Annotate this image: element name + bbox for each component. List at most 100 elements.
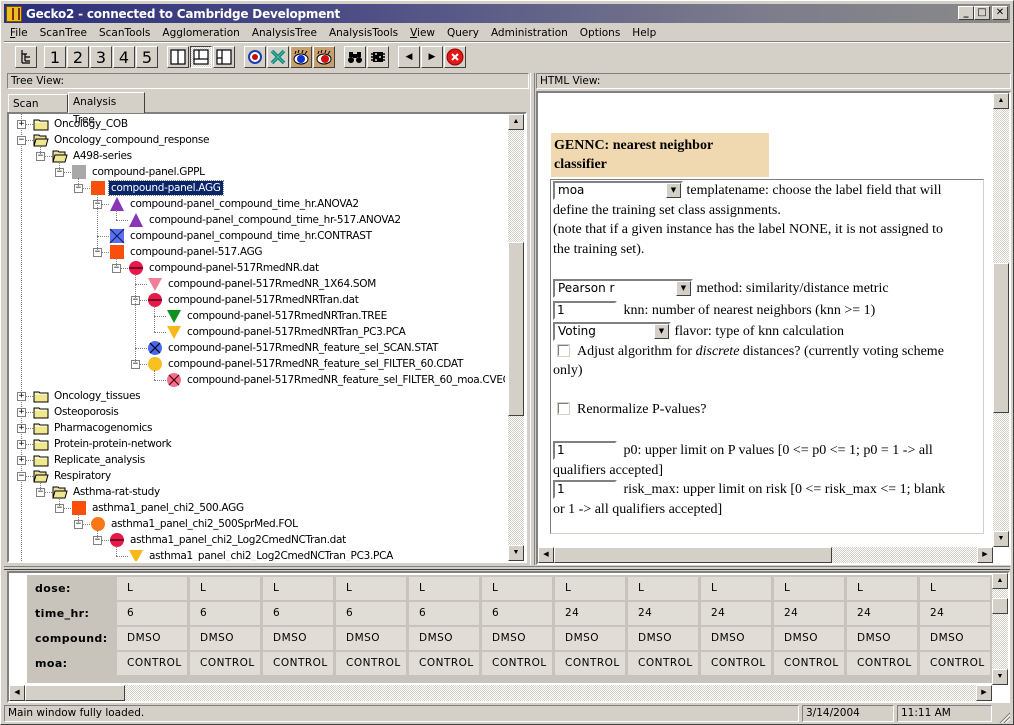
grid-cell[interactable]: CONTROL [190, 652, 260, 675]
menu-agglomeration[interactable]: Agglomeration [156, 24, 245, 42]
tree-node[interactable]: compound-panel-517RmedNR_feature_sel_FIL… [147, 356, 465, 372]
tree-node[interactable]: asthma1_panel_chi2_500.AGG [71, 500, 246, 516]
vertical-splitter[interactable] [530, 73, 535, 565]
grid-cell[interactable]: CONTROL [117, 652, 187, 675]
layout-button-3[interactable]: 3 [90, 46, 112, 68]
tree-node[interactable]: compound-panel_compound_time_hr.ANOVA2 [109, 196, 361, 212]
red-eye-button[interactable] [313, 46, 335, 68]
menu-scantools[interactable]: ScanTools [93, 24, 156, 42]
tree-vertical-scrollbar[interactable]: ▲ ▼ [508, 114, 524, 561]
expand-icon[interactable]: + [17, 440, 26, 449]
tree-node[interactable]: Replicate_analysis [33, 452, 147, 468]
tree-node[interactable]: asthma1_panel_chi2_Log2CmedNCTran_PC3.PC… [128, 548, 395, 561]
expand-icon[interactable]: + [17, 408, 26, 417]
grid-cell[interactable]: 24 [628, 602, 698, 625]
html-scroll-down-button[interactable]: ▼ [993, 531, 1009, 547]
grid-cell[interactable]: DMSO [847, 627, 917, 650]
grid-cell[interactable]: 24 [847, 602, 917, 625]
grid-cell[interactable]: CONTROL [701, 652, 771, 675]
grid-scroll-left-button[interactable]: ◀ [9, 685, 25, 701]
tree-node[interactable]: compound-panel_compound_time_hr.CONTRAST [109, 228, 374, 244]
grid-cell[interactable]: CONTROL [336, 652, 406, 675]
grid-horizontal-scrollbar[interactable]: ◀ ▶ [9, 685, 992, 701]
grid-cell[interactable]: 6 [336, 602, 406, 625]
grid-cell[interactable]: CONTROL [555, 652, 625, 675]
split-left-button[interactable] [213, 46, 235, 68]
tree-view-button[interactable] [15, 46, 37, 68]
tree-node[interactable]: compound-panel-517RmedNRTran.TREE [166, 308, 389, 324]
tree-node[interactable]: compound-panel-517RmedNR_feature_sel_FIL… [166, 372, 505, 388]
tree-node[interactable]: asthma1_panel_chi2_500SprMed.FOL [90, 516, 300, 532]
collapse-icon[interactable]: − [17, 136, 26, 145]
grid-cell[interactable]: L [409, 577, 479, 600]
tree-node[interactable]: compound-panel-517RmedNR_1X64.SOM [147, 276, 378, 292]
grid-cell[interactable]: DMSO [190, 627, 260, 650]
grid-cell[interactable]: DMSO [555, 627, 625, 650]
layout-button-5[interactable]: 5 [136, 46, 158, 68]
stop-button[interactable] [444, 46, 466, 68]
grid-vertical-scrollbar[interactable]: ▲ ▼ [992, 573, 1008, 685]
grid-cell[interactable]: 6 [482, 602, 552, 625]
adjust-discrete-checkbox[interactable] [557, 343, 570, 357]
tree-scroll-thumb[interactable] [508, 242, 524, 417]
tree-node[interactable]: Oncology_compound_response [33, 132, 211, 148]
grid-cell[interactable]: CONTROL [920, 652, 990, 675]
grid-scroll-right-button[interactable]: ▶ [976, 685, 992, 701]
grid-cell[interactable]: 6 [409, 602, 479, 625]
grid-scroll-down-button[interactable]: ▼ [992, 669, 1008, 685]
menu-view[interactable]: View [404, 24, 441, 42]
grid-scroll-thumb[interactable] [992, 598, 1008, 614]
expand-icon[interactable]: + [17, 424, 26, 433]
grid-cell[interactable]: L [336, 577, 406, 600]
flavor-select[interactable]: Voting ▼ [553, 322, 671, 342]
grid-scroll-up-button[interactable]: ▲ [992, 573, 1008, 589]
grid-cell[interactable]: DMSO [117, 627, 187, 650]
back-button[interactable]: ◀ [398, 46, 420, 68]
grid-cell[interactable]: CONTROL [774, 652, 844, 675]
grid-cell[interactable]: L [701, 577, 771, 600]
title-bar[interactable]: Gecko2 - connected to Cambridge Developm… [4, 4, 1010, 23]
html-scroll-up-button[interactable]: ▲ [993, 93, 1009, 109]
tab-scan-tree[interactable]: Scan Tree [8, 94, 68, 128]
target-button[interactable] [244, 46, 266, 68]
grid-cell[interactable]: DMSO [336, 627, 406, 650]
grid-cell[interactable]: L [482, 577, 552, 600]
tree-node[interactable]: Respiratory [33, 468, 113, 484]
maximize-button[interactable]: □ [974, 6, 990, 20]
html-view-horizontal-scrollbar[interactable]: ◀ ▶ [538, 547, 993, 563]
html-hscroll-thumb[interactable] [554, 547, 832, 563]
grid-cell[interactable]: L [555, 577, 625, 600]
tree-node[interactable]: compound-panel-517RmedNRTran_PC3.PCA [166, 324, 408, 340]
html-scroll-right-button[interactable]: ▶ [977, 547, 993, 563]
tree-node[interactable]: Protein-protein-network [33, 436, 173, 452]
grid-cell[interactable]: L [920, 577, 990, 600]
minimize-button[interactable]: _ [958, 6, 974, 20]
layout-button-2[interactable]: 2 [67, 46, 89, 68]
collapse-icon[interactable]: − [17, 472, 26, 481]
split-grid-button[interactable] [190, 46, 212, 68]
grid-cell[interactable]: CONTROL [847, 652, 917, 675]
grid-cell[interactable]: CONTROL [628, 652, 698, 675]
grid-cell[interactable]: DMSO [263, 627, 333, 650]
grid-cell[interactable]: 6 [117, 602, 187, 625]
tree-node[interactable]: compound-panel-517RmedNR_feature_sel_SCA… [147, 340, 440, 356]
split-vertical-button[interactable] [167, 46, 189, 68]
grid-cell[interactable]: DMSO [701, 627, 771, 650]
menu-options[interactable]: Options [574, 24, 627, 42]
knn-input[interactable]: 1 [553, 300, 617, 320]
tree-node[interactable]: compound-panel-517RmedNR.dat [128, 260, 321, 276]
tree-node[interactable]: Asthma-rat-study [52, 484, 162, 500]
tab-analysis-tree[interactable]: Analysis Tree [68, 92, 145, 126]
grid-cell[interactable]: CONTROL [263, 652, 333, 675]
grid-cell[interactable]: 6 [263, 602, 333, 625]
grid-cell[interactable]: 24 [555, 602, 625, 625]
grid-cell[interactable]: DMSO [774, 627, 844, 650]
grid-cell[interactable]: L [117, 577, 187, 600]
grid-cell[interactable]: DMSO [409, 627, 479, 650]
grid-cell[interactable]: 24 [701, 602, 771, 625]
tree-node[interactable]: compound-panel_compound_time_hr-517.ANOV… [128, 212, 403, 228]
find-button[interactable] [344, 46, 366, 68]
risk-max-input[interactable]: 1 [553, 480, 617, 500]
expand-icon[interactable]: + [17, 120, 26, 129]
network-button[interactable] [367, 46, 389, 68]
